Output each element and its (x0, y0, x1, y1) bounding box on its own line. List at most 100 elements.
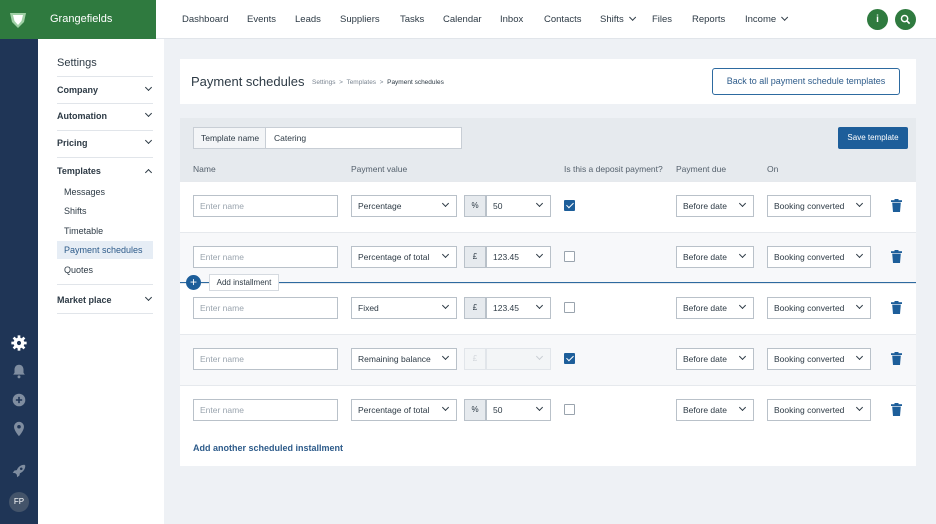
chevron-down-icon (535, 199, 544, 208)
payment-value-text: Percentage (358, 201, 402, 211)
chevron-down-icon (855, 199, 864, 208)
deposit-checkbox[interactable] (564, 404, 575, 415)
save-template-button[interactable]: Save template (838, 127, 908, 149)
installment-name-input[interactable]: Enter name (193, 399, 338, 421)
nav-inbox[interactable]: Inbox (500, 14, 523, 25)
amount-select[interactable]: 50 (486, 195, 551, 217)
back-to-templates-button[interactable]: Back to all payment schedule templates (712, 68, 900, 95)
rocket-icon[interactable] (10, 462, 28, 480)
on-select[interactable]: Booking converted (767, 246, 871, 268)
sidebar-section-templates[interactable]: Templates (57, 166, 153, 177)
sidebar-section-pricing[interactable]: Pricing (57, 136, 153, 148)
chevron-down-icon (441, 352, 450, 361)
on-select[interactable]: Booking converted (767, 348, 871, 370)
amount-select[interactable]: 123.45 (486, 246, 551, 268)
trash-icon[interactable] (891, 301, 902, 314)
on-text: Booking converted (774, 405, 845, 415)
payment-value-select[interactable]: Percentage of total (351, 399, 457, 421)
sidebar-section-label: Company (57, 85, 99, 95)
chevron-down-icon (535, 301, 544, 310)
sidebar-item-payment-schedules[interactable]: Payment schedules (57, 241, 153, 259)
nav-dashboard[interactable]: Dashboard (182, 14, 228, 25)
trash-icon[interactable] (891, 403, 902, 416)
nav-reports[interactable]: Reports (692, 14, 725, 25)
trash-icon[interactable] (891, 199, 902, 212)
search-button[interactable] (895, 9, 916, 30)
chevron-down-icon (535, 403, 544, 412)
sidebar-item-timetable[interactable]: Timetable (57, 222, 153, 240)
column-header-name: Name (193, 164, 216, 174)
sidebar-section-label: Automation (57, 111, 107, 121)
payment-due-select[interactable]: Before date (676, 297, 754, 319)
payment-due-select[interactable]: Before date (676, 195, 754, 217)
column-header-payment-value: Payment value (351, 164, 408, 174)
payment-due-select[interactable]: Before date (676, 399, 754, 421)
payment-value-select[interactable]: Percentage of total (351, 246, 457, 268)
on-select[interactable]: Booking converted (767, 195, 871, 217)
add-installment-link[interactable]: Add another scheduled installment (193, 443, 343, 453)
avatar[interactable]: FP (9, 492, 29, 512)
payment-value-select[interactable]: Percentage (351, 195, 457, 217)
sidebar-item-quotes[interactable]: Quotes (57, 261, 153, 279)
on-select[interactable]: Booking converted (767, 399, 871, 421)
nav-calendar[interactable]: Calendar (443, 14, 482, 25)
deposit-checkbox[interactable] (564, 302, 575, 313)
amount-select[interactable]: 50 (486, 399, 551, 421)
installment-name-input[interactable]: Enter name (193, 246, 338, 268)
chevron-down-icon (738, 250, 747, 259)
insert-installment-button[interactable]: + (186, 275, 201, 290)
info-icon: i (876, 14, 879, 25)
payment-due-text: Before date (683, 201, 727, 211)
template-editor: Template name Catering Save template Nam… (180, 118, 916, 466)
sidebar-section-automation[interactable]: Automation (57, 109, 153, 121)
nav-shifts[interactable]: Shifts (600, 13, 636, 25)
brand-header[interactable]: Grangefields (0, 0, 156, 39)
insert-installment-label[interactable]: Add installment (209, 274, 279, 291)
add-circle-icon[interactable] (10, 391, 28, 409)
sidebar-item-shifts[interactable]: Shifts (57, 202, 153, 220)
payment-due-text: Before date (683, 252, 727, 262)
insert-divider (180, 282, 916, 283)
nav-tasks[interactable]: Tasks (400, 14, 424, 25)
deposit-checkbox[interactable] (564, 353, 575, 364)
sidebar-section-market-place[interactable]: Market place (57, 293, 153, 305)
sidebar-item-messages[interactable]: Messages (57, 183, 153, 201)
breadcrumb-settings[interactable]: Settings (312, 79, 336, 86)
payment-value-select[interactable]: Remaining balance (351, 348, 457, 370)
installment-name-input[interactable]: Enter name (193, 195, 338, 217)
nav-leads[interactable]: Leads (295, 14, 321, 25)
breadcrumb-templates[interactable]: Templates (346, 79, 376, 86)
chevron-down-icon (628, 13, 636, 21)
template-name-input[interactable]: Catering (274, 128, 306, 148)
on-select[interactable]: Booking converted (767, 297, 871, 319)
sidebar-section-company[interactable]: Company (57, 83, 153, 95)
bell-icon[interactable] (10, 362, 28, 380)
breadcrumb-separator: > (337, 79, 345, 86)
trash-icon[interactable] (891, 352, 902, 365)
trash-icon[interactable] (891, 250, 902, 263)
nav-contacts[interactable]: Contacts (544, 14, 582, 25)
payment-due-select[interactable]: Before date (676, 348, 754, 370)
settings-icon[interactable] (10, 334, 28, 352)
installment-name-input[interactable]: Enter name (193, 348, 338, 370)
chevron-down-icon (144, 293, 153, 302)
nav-suppliers[interactable]: Suppliers (340, 14, 380, 25)
amount-text: 123.45 (493, 303, 519, 313)
amount-text: 123.45 (493, 252, 519, 262)
nav-income[interactable]: Income (745, 13, 789, 25)
table-row: Enter name Percentage % 50 Before date B… (180, 181, 916, 232)
sidebar-title: Settings (57, 57, 97, 69)
template-name-label: Template name (194, 128, 266, 148)
deposit-checkbox[interactable] (564, 251, 575, 262)
payment-due-select[interactable]: Before date (676, 246, 754, 268)
chevron-down-icon (781, 13, 789, 21)
amount-select[interactable]: 123.45 (486, 297, 551, 319)
nav-files[interactable]: Files (652, 14, 672, 25)
nav-events[interactable]: Events (247, 14, 276, 25)
info-button[interactable]: i (867, 9, 888, 30)
deposit-checkbox[interactable] (564, 200, 575, 211)
template-name-field[interactable]: Template name Catering (193, 127, 462, 149)
installment-name-input[interactable]: Enter name (193, 297, 338, 319)
location-pin-icon[interactable] (10, 420, 28, 438)
payment-value-select[interactable]: Fixed (351, 297, 457, 319)
